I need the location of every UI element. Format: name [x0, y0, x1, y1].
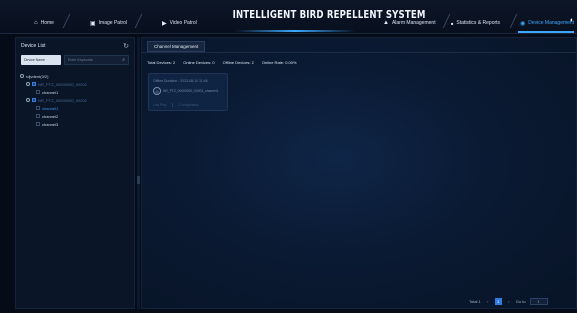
app-title: INTELLIGENT BIRD REPELLENT SYSTEM — [232, 8, 426, 21]
nav-video-patrol[interactable]: ▶ Video Patrol — [162, 17, 197, 29]
checkbox-icon[interactable] — [36, 90, 40, 94]
nav-statistics-reports-label: Statistics & Reports — [456, 20, 501, 26]
channel-card[interactable]: Offline Duration : 2023-08-10 11:46 ◎ NR… — [148, 73, 228, 111]
configuration-button[interactable]: Configuration — [179, 103, 199, 107]
channel-management-panel: Channel Management Total Devices: 2 Onli… — [141, 37, 577, 309]
top-navigation: ⌂ Home ▣ Image Patrol ▶ Video Patrol INT… — [0, 0, 577, 34]
channel-card-body: ◎ NR_PTZ_00000000_00001_channel1 — [153, 87, 219, 95]
collapse-icon[interactable] — [20, 74, 24, 78]
active-nav-indicator — [518, 31, 574, 33]
tree-device-label: NR_PTZ_00000000_00002 — [38, 97, 87, 103]
device-list-title: Device List — [21, 42, 46, 49]
nav-video-patrol-label: Video Patrol — [169, 20, 197, 26]
tree-channel-label: channel1 — [42, 105, 59, 111]
stat-online-devices: Online Devices: 0 — [183, 60, 215, 65]
nav-home[interactable]: ⌂ Home — [34, 17, 54, 29]
channel-name: NR_PTZ_00000000_00001_channel1 — [163, 89, 219, 93]
nav-divider — [442, 14, 451, 28]
title-underline — [235, 30, 355, 32]
alarm-icon: ▲ — [383, 20, 389, 26]
stat-online-rate: Online Rate: 0.00% — [261, 60, 297, 65]
device-search-box: ⌕ — [64, 55, 129, 65]
tree-channel-label: channel3 — [42, 121, 59, 127]
live-play-button[interactable]: Live Play — [153, 103, 166, 107]
checkbox-icon[interactable] — [32, 98, 36, 102]
checkbox-icon[interactable] — [36, 114, 40, 118]
tree-device[interactable]: NR_PTZ_00000000_00002 — [20, 96, 132, 104]
tree-root[interactable]: rdjvdent(0/2) — [20, 72, 132, 80]
tree-device[interactable]: NR_PTZ_00000000_00001 — [20, 80, 132, 88]
checkbox-icon[interactable] — [32, 82, 36, 86]
tree-channel[interactable]: channel3 — [20, 120, 132, 128]
device-search-input[interactable] — [68, 56, 118, 64]
filter-field-select[interactable]: Device Name — [21, 55, 61, 65]
checkbox-icon[interactable] — [36, 106, 40, 110]
action-divider — [172, 103, 174, 107]
device-stats: Total Devices: 2 Online Devices: 0 Offli… — [147, 60, 297, 65]
refresh-icon[interactable]: ↻ — [123, 42, 129, 50]
image-icon: ▣ — [90, 20, 96, 27]
splitter-handle-icon[interactable] — [137, 176, 140, 184]
user-icon[interactable]: ◐ — [570, 17, 574, 24]
panel-splitter[interactable] — [137, 37, 140, 309]
collapse-icon[interactable] — [26, 82, 30, 86]
nav-device-management[interactable]: ◉ Device Management — [520, 17, 574, 29]
device-list-header: Device List ↻ — [16, 38, 134, 53]
tree-channel-label: channel2 — [42, 113, 59, 119]
offline-duration: Offline Duration : 2023-08-10 11:46 — [153, 79, 208, 83]
checkbox-icon[interactable] — [36, 122, 40, 126]
stat-offline-devices: Offline Devices: 2 — [222, 60, 254, 65]
pagination-total: Total 1 — [469, 298, 481, 304]
tree-device-label: NR_PTZ_00000000_00001 — [38, 81, 87, 87]
device-list-panel: Device List ↻ Device Name ⌕ rdjvdent(0/2… — [15, 37, 135, 309]
goto-label: Go to — [515, 298, 526, 304]
device-tree: rdjvdent(0/2) NR_PTZ_00000000_00001 chan… — [20, 72, 132, 128]
tree-root-label: rdjvdent(0/2) — [26, 73, 49, 79]
device-filter-row: Device Name ⌕ — [21, 55, 129, 65]
current-page-button[interactable]: 1 — [494, 297, 502, 305]
tree-channel-label: channel1 — [42, 89, 59, 95]
app-title-wrap: INTELLIGENT BIRD REPELLENT SYSTEM — [215, 8, 426, 32]
search-icon[interactable]: ⌕ — [122, 57, 125, 63]
tree-channel[interactable]: channel2 — [20, 112, 132, 120]
tab-channel-management[interactable]: Channel Management — [147, 41, 206, 52]
nav-divider — [134, 14, 143, 28]
chart-icon: ■ — [451, 20, 454, 26]
collapse-icon[interactable] — [26, 98, 30, 102]
nav-image-patrol-label: Image Patrol — [98, 20, 128, 26]
nav-statistics-reports[interactable]: ■ Statistics & Reports — [451, 17, 500, 29]
nav-divider — [62, 14, 71, 28]
prev-page-icon[interactable]: ‹ — [485, 299, 491, 304]
nav-device-management-label: Device Management — [528, 20, 575, 26]
device-icon: ◉ — [520, 20, 526, 27]
tree-channel[interactable]: channel1 — [20, 88, 132, 96]
goto-page-value: 1 — [537, 298, 540, 304]
video-icon: ▶ — [162, 20, 167, 27]
nav-home-label: Home — [40, 20, 54, 26]
stat-total-devices: Total Devices: 2 — [147, 60, 176, 65]
nav-divider — [509, 14, 518, 28]
next-page-icon[interactable]: › — [506, 299, 512, 304]
camera-icon: ◎ — [153, 87, 161, 95]
tree-channel[interactable]: channel1 — [20, 104, 132, 112]
goto-page-input[interactable]: 1 — [529, 297, 548, 305]
nav-alarm-management-label: Alarm Management — [391, 20, 436, 26]
channel-card-actions: Live Play Configuration — [153, 103, 199, 107]
nav-alarm-management[interactable]: ▲ Alarm Management — [383, 17, 436, 29]
tab-divider — [142, 52, 576, 53]
nav-image-patrol[interactable]: ▣ Image Patrol — [90, 17, 127, 29]
pagination: Total 1 ‹ 1 › Go to 1 — [469, 297, 548, 305]
home-icon: ⌂ — [34, 20, 38, 26]
